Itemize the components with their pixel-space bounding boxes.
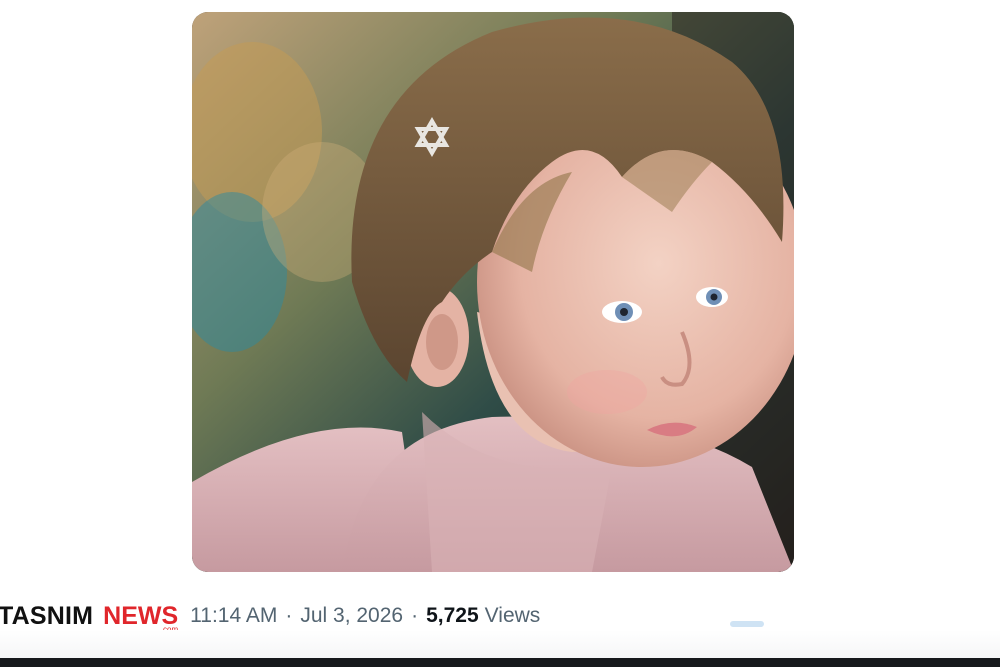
- action-hint: [730, 621, 764, 627]
- page: TASNIM NEWS .com 11:14 AM · Jul 3, 2026 …: [0, 0, 1000, 667]
- post-photo[interactable]: [192, 12, 794, 572]
- bottom-bar: [0, 658, 1000, 667]
- photo-illustration: [192, 12, 794, 572]
